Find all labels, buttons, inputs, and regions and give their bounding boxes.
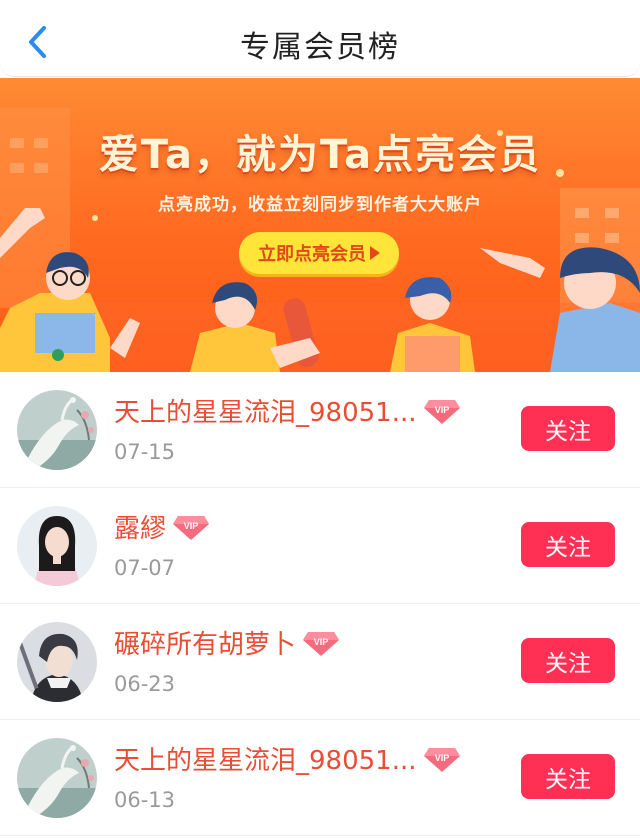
list-item[interactable]: 碾碎所有胡萝卜 VIP 06-23 关注	[0, 604, 640, 720]
list-item[interactable]: 天上的星星流泪_98051... VIP 06-13 关注	[0, 720, 640, 836]
vip-badge-icon: VIP	[423, 399, 460, 424]
follow-button[interactable]: 关注	[521, 522, 615, 567]
join-date: 06-23	[114, 672, 176, 696]
member-list: 天上的星星流泪_98051... VIP 07-15 关注 露繆 VIP 07-07…	[0, 372, 640, 836]
vip-badge-icon: VIP	[173, 515, 210, 540]
join-date: 07-07	[114, 556, 176, 580]
vip-badge-label: VIP	[314, 637, 329, 647]
avatar[interactable]	[17, 738, 97, 818]
vip-badge-label: VIP	[434, 405, 449, 415]
member-name[interactable]: 天上的星星流泪_98051... VIP	[114, 392, 461, 429]
light-up-member-label: 立即点亮会员	[258, 244, 366, 265]
banner-headline: 爱Ta，就为Ta点亮会员	[98, 132, 542, 178]
vip-badge-label: VIP	[434, 753, 449, 763]
anime-boy-avatar	[17, 622, 97, 702]
member-name-text: 露繆	[114, 514, 167, 544]
crane-painting-avatar	[17, 738, 97, 818]
vip-badge-label: VIP	[184, 521, 199, 531]
member-name[interactable]: 碾碎所有胡萝卜 VIP	[114, 624, 340, 661]
play-arrow-icon	[370, 246, 380, 260]
top-nav-bar: 专属会员榜	[0, 0, 640, 77]
follow-button[interactable]: 关注	[521, 754, 615, 799]
list-item[interactable]: 天上的星星流泪_98051... VIP 07-15 关注	[0, 372, 640, 488]
member-name[interactable]: 露繆 VIP	[114, 508, 210, 545]
member-name[interactable]: 天上的星星流泪_98051... VIP	[114, 740, 461, 777]
promo-banner[interactable]: 爱Ta，就为Ta点亮会员 点亮成功，收益立刻同步到作者大大账户 立即点亮会员	[0, 78, 640, 372]
member-name-text: 天上的星星流泪_98051...	[114, 746, 417, 776]
join-date: 06-13	[114, 788, 176, 812]
crane-painting-avatar	[17, 390, 97, 470]
banner-subtitle: 点亮成功，收益立刻同步到作者大大账户	[158, 195, 482, 215]
vip-badge-icon: VIP	[303, 631, 340, 656]
avatar[interactable]	[17, 390, 97, 470]
list-item[interactable]: 露繆 VIP 07-07 关注	[0, 488, 640, 604]
follow-button[interactable]: 关注	[521, 638, 615, 683]
page-title: 专属会员榜	[240, 30, 400, 65]
join-date: 07-15	[114, 440, 176, 464]
avatar[interactable]	[17, 622, 97, 702]
member-name-text: 碾碎所有胡萝卜	[114, 630, 297, 660]
follow-button[interactable]: 关注	[521, 406, 615, 451]
girl-portrait-avatar	[17, 506, 97, 586]
member-name-text: 天上的星星流泪_98051...	[114, 398, 417, 428]
light-up-member-button[interactable]: 立即点亮会员	[239, 232, 399, 274]
vip-badge-icon: VIP	[423, 747, 460, 772]
avatar[interactable]	[17, 506, 97, 586]
